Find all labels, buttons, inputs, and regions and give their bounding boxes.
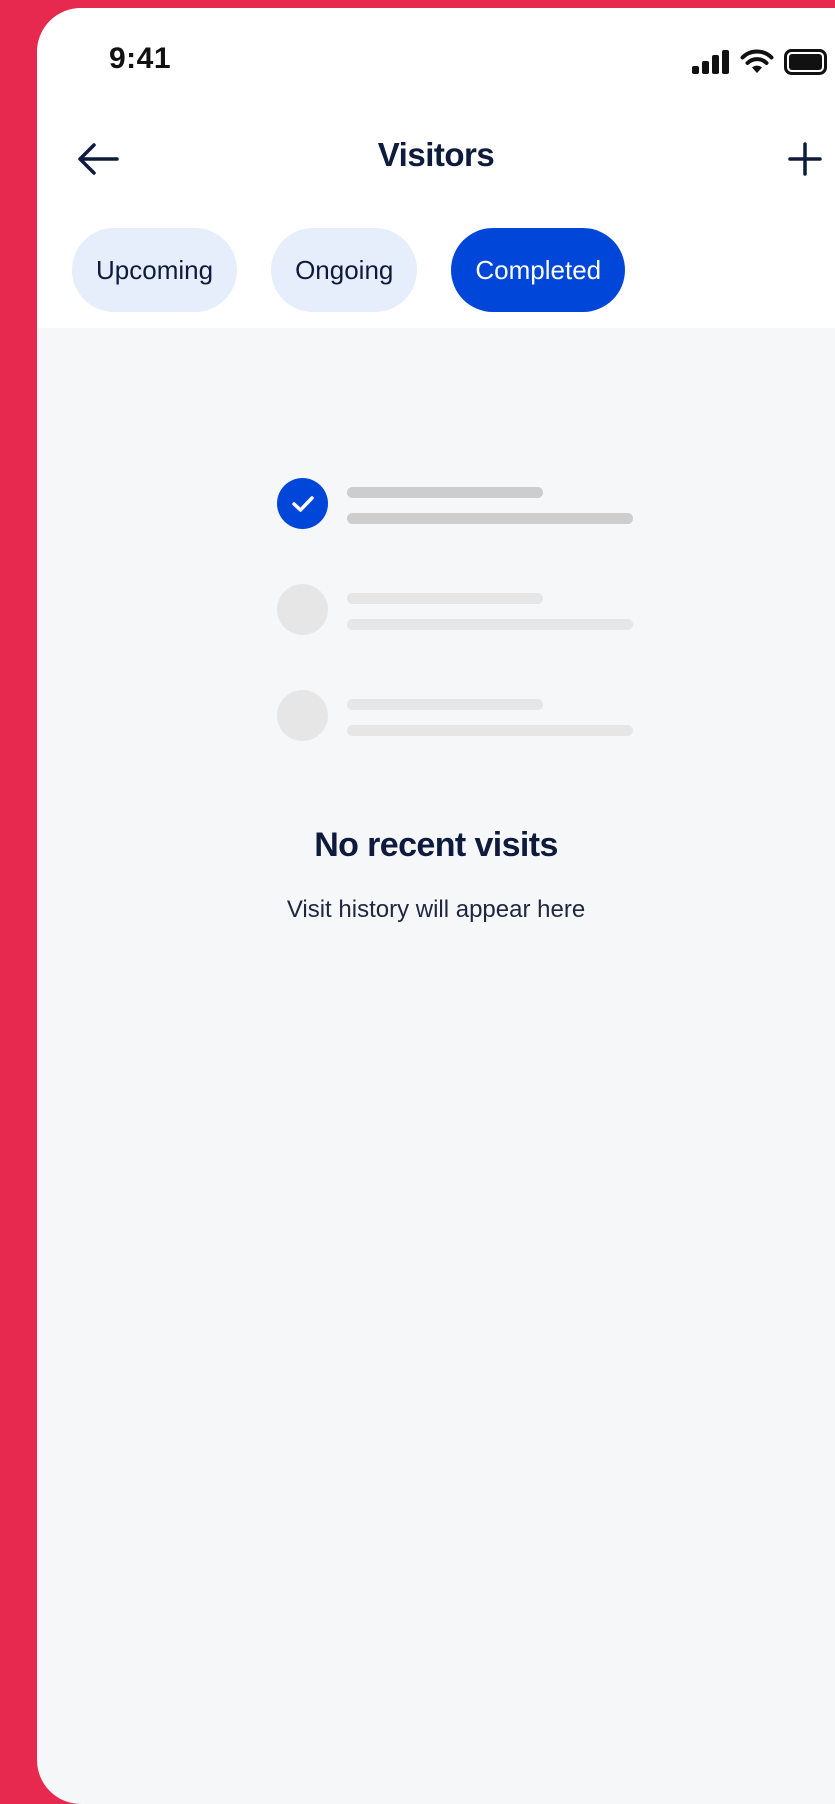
placeholder-line <box>347 725 633 736</box>
placeholder-row <box>277 690 633 742</box>
battery-icon <box>784 49 827 75</box>
placeholder-line <box>347 487 543 498</box>
add-visitor-button[interactable] <box>787 134 835 184</box>
visit-status-tabs: Upcoming Ongoing Completed <box>72 228 626 312</box>
placeholder-circle <box>277 584 328 635</box>
status-time: 9:41 <box>109 42 172 75</box>
placeholder-line <box>347 619 633 630</box>
tab-completed[interactable]: Completed <box>451 228 626 312</box>
placeholder-line <box>347 699 543 710</box>
placeholder-row-checked <box>277 478 633 530</box>
status-icons <box>692 48 828 76</box>
top-header-area: 9:41 Visitors Upcoming Ongoing Completed <box>37 8 835 328</box>
wifi-icon <box>740 49 774 73</box>
tab-ongoing[interactable]: Ongoing <box>271 228 418 312</box>
checkmark-icon <box>291 495 314 512</box>
phone-screen: 9:41 Visitors Upcoming Ongoing Completed… <box>37 8 835 1804</box>
signal-icon <box>692 50 729 74</box>
check-circle-icon <box>277 478 328 529</box>
placeholder-row <box>277 584 633 636</box>
empty-state-title: No recent visits <box>314 826 558 864</box>
placeholder-line <box>347 513 633 524</box>
plus-icon <box>788 142 822 176</box>
placeholder-circle <box>277 690 328 741</box>
empty-state-subtitle: Visit history will appear here <box>286 896 586 923</box>
page-title: Visitors <box>377 136 495 173</box>
placeholder-line <box>347 593 543 604</box>
tab-upcoming[interactable]: Upcoming <box>72 228 238 312</box>
